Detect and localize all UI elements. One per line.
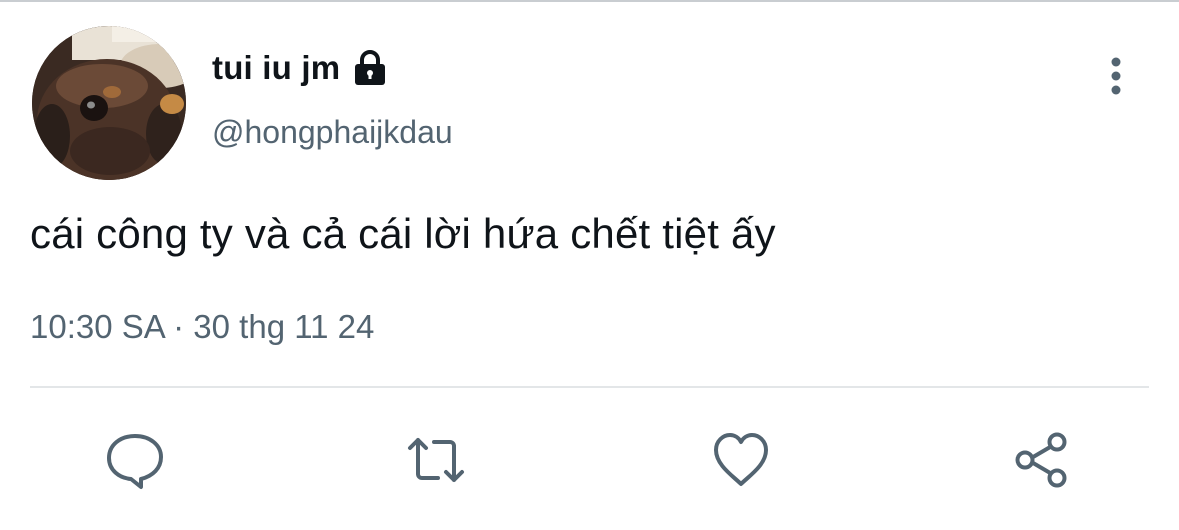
share-button[interactable] xyxy=(1012,430,1072,490)
display-name[interactable]: tui iu jm xyxy=(212,49,340,87)
tweet-text: cái công ty và cả cái lời hứa chết tiệt … xyxy=(30,210,776,257)
tweet-date: 30 thg 11 24 xyxy=(193,308,375,345)
top-border xyxy=(0,0,1179,2)
share-icon xyxy=(1015,432,1067,488)
more-vertical-icon[interactable] xyxy=(1098,56,1134,96)
divider xyxy=(30,386,1149,388)
name-row: tui iu jm xyxy=(212,46,390,90)
reply-icon xyxy=(107,434,163,489)
avatar-dog-photo xyxy=(32,26,186,180)
meta-separator: · xyxy=(173,308,185,345)
like-button[interactable] xyxy=(711,430,771,490)
heart-icon xyxy=(714,433,768,486)
avatar[interactable] xyxy=(32,26,186,180)
tweet-timestamp[interactable]: 10:30 SA · 30 thg 11 24 xyxy=(30,308,374,346)
tweet-time: 10:30 SA xyxy=(30,308,164,345)
reply-button[interactable] xyxy=(105,430,165,490)
user-handle[interactable]: @hongphaijkdau xyxy=(212,114,453,151)
retweet-icon xyxy=(408,438,464,482)
lock-icon xyxy=(355,50,386,85)
retweet-button[interactable] xyxy=(406,430,466,490)
